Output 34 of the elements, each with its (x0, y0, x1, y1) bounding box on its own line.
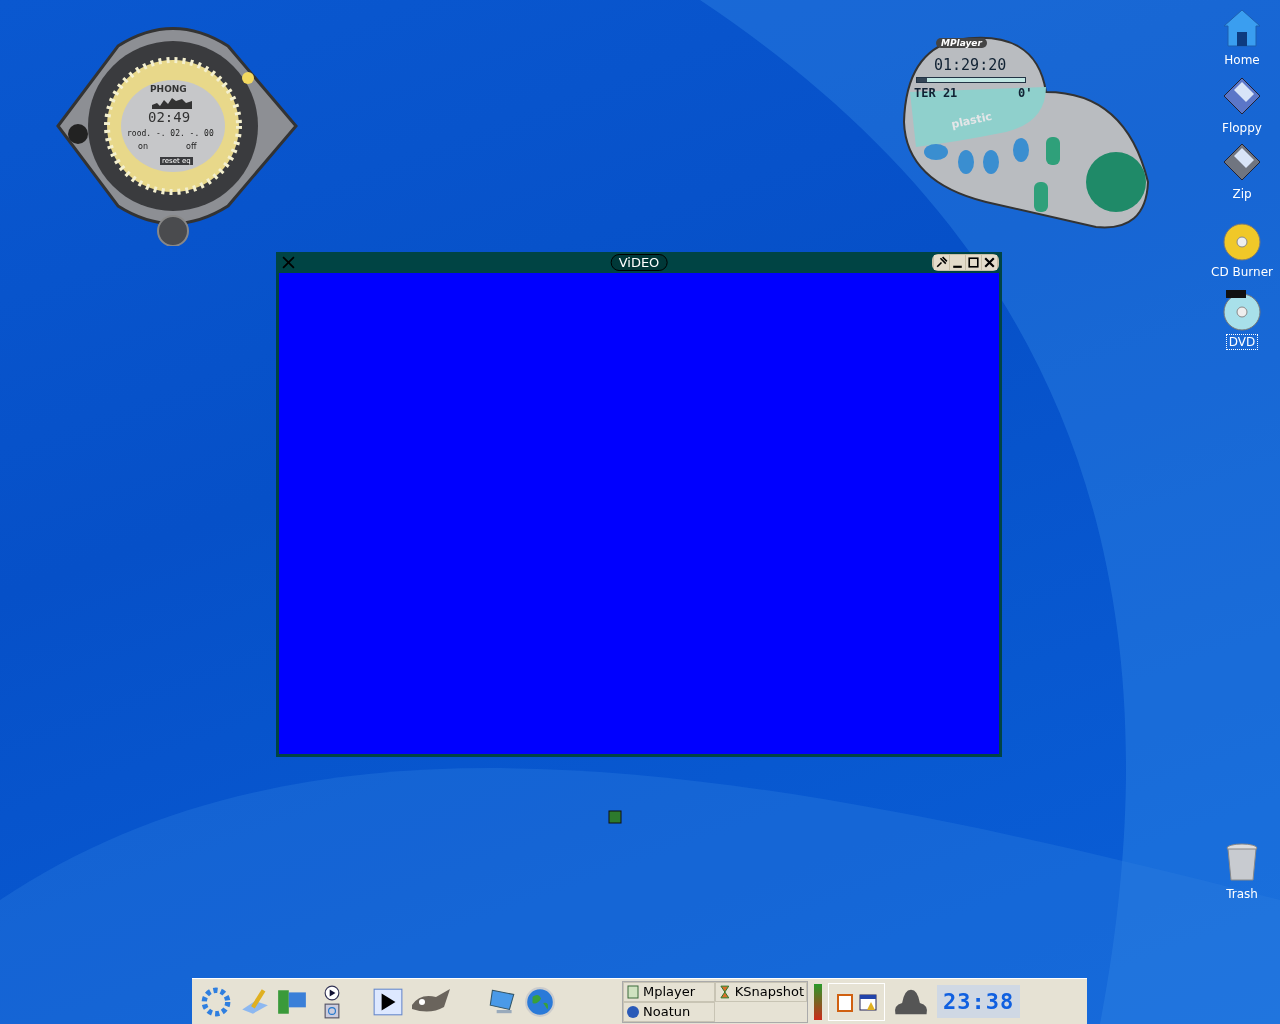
off-label: off (186, 142, 197, 151)
clipboard-icon[interactable] (835, 991, 855, 1012)
desktop-icon-label[interactable]: Floppy (1219, 120, 1265, 136)
globe-icon[interactable] (524, 985, 556, 1018)
task-button[interactable]: Noatun (623, 1001, 715, 1022)
disc-icon[interactable] (1220, 288, 1264, 332)
level-meter (814, 983, 822, 1020)
desktop-icon-label[interactable]: CD Burner (1208, 264, 1276, 280)
desktop-icon-label[interactable]: Zip (1229, 186, 1255, 202)
gear-icon[interactable] (200, 985, 232, 1018)
minimize-icon[interactable] (950, 255, 965, 270)
maximize-icon[interactable] (966, 255, 981, 270)
progress-bar[interactable] (916, 77, 1026, 83)
on-label: on (138, 142, 148, 151)
desktop-icon-label[interactable]: Home (1221, 52, 1263, 68)
track-info: rood. -. 02. -. 00 (127, 129, 214, 138)
time-display: 02:49 (148, 109, 191, 125)
close-icon[interactable] (982, 255, 997, 270)
calendar-icon[interactable] (858, 991, 878, 1012)
skin-brand: plastic (950, 109, 994, 132)
hourglass-icon (718, 984, 732, 999)
pin-icon[interactable] (934, 255, 949, 270)
track-info: TER 21 (914, 86, 958, 100)
player-title: PHONG (150, 84, 187, 94)
task-button[interactable]: KSnapshot (715, 981, 807, 1002)
spectrum-icon (152, 97, 192, 109)
player-logo: MPlayer (936, 38, 987, 48)
time-display: 01:29:20 (934, 56, 1007, 74)
desktop-icon-label[interactable]: Trash (1223, 886, 1261, 902)
desktop-icon-label[interactable]: DVD (1225, 334, 1259, 350)
counter: 0' (1018, 86, 1033, 100)
clock[interactable]: 23:38 (937, 985, 1021, 1018)
task-button[interactable]: Mplayer (623, 981, 715, 1002)
window-title: ViDEO (610, 254, 668, 271)
